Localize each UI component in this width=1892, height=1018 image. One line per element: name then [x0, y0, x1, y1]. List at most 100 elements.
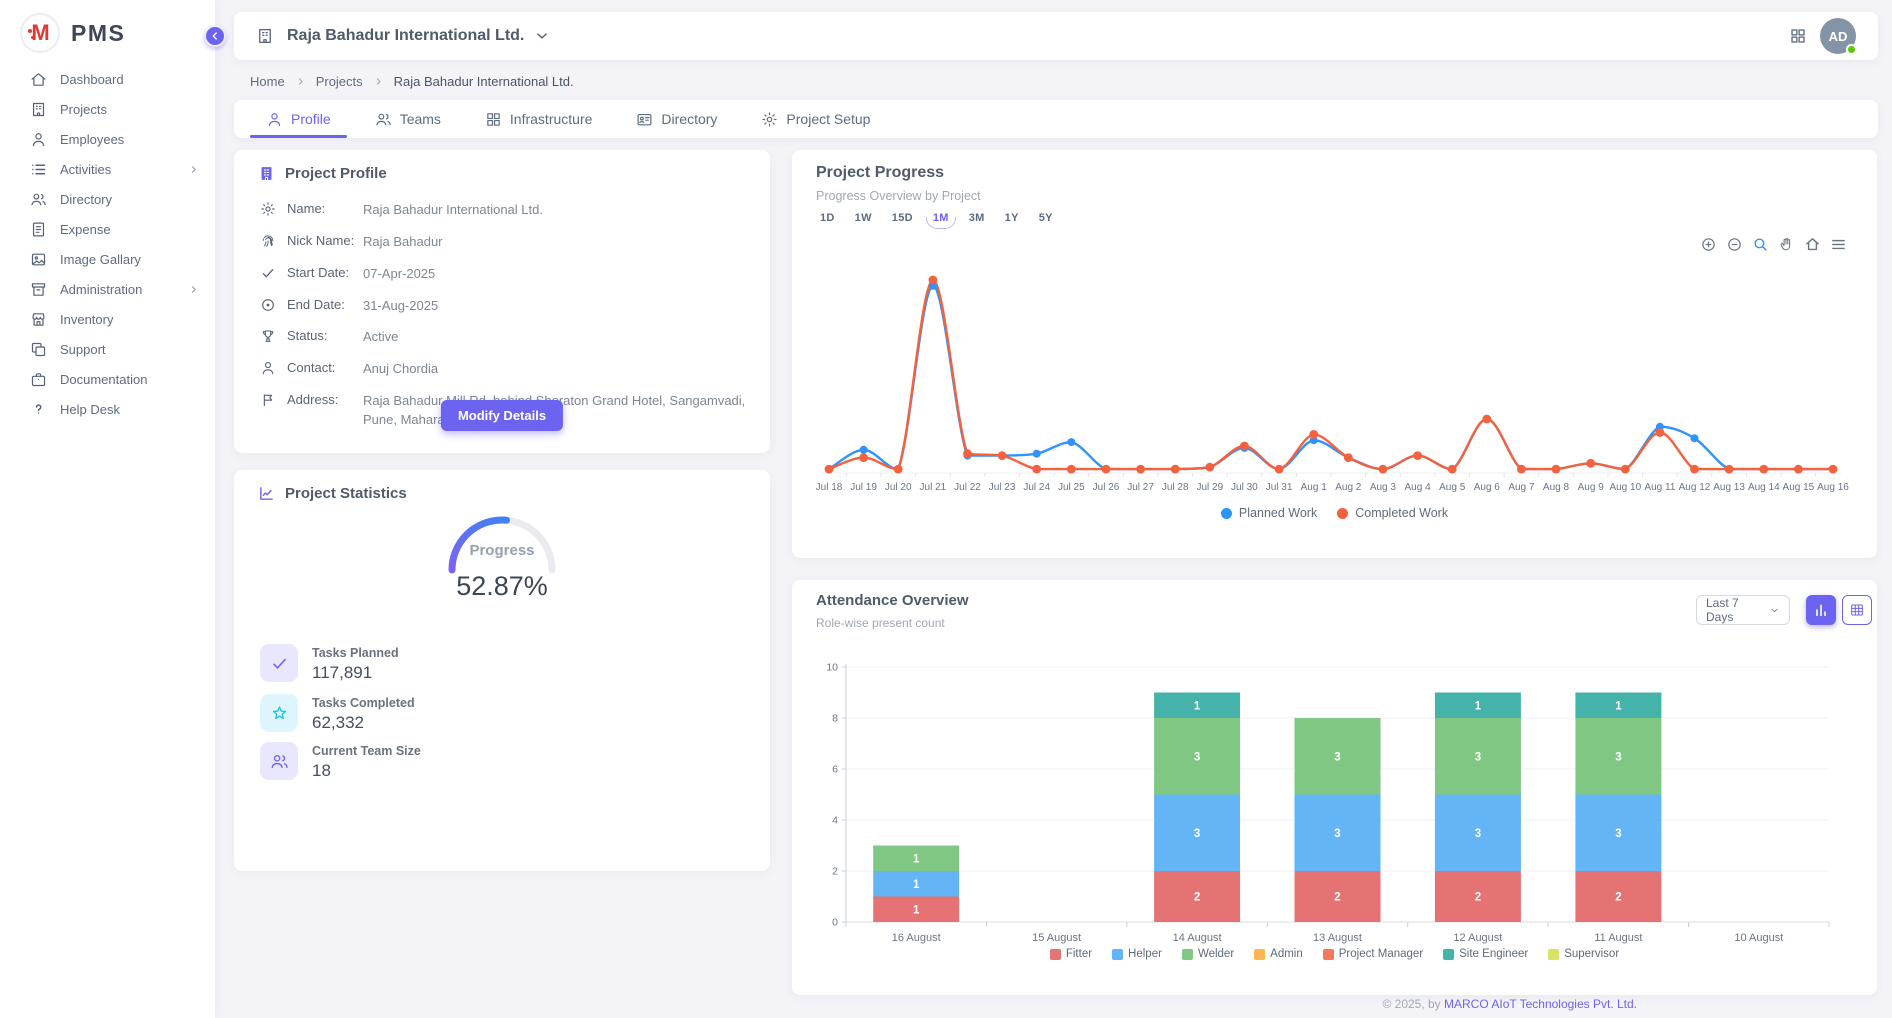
- svg-text:1: 1: [1194, 700, 1201, 712]
- svg-text:6: 6: [832, 764, 838, 776]
- svg-text:2: 2: [1334, 892, 1340, 904]
- top-header: Raja Bahadur International Ltd. AD: [234, 12, 1878, 60]
- legend-item-project-manager[interactable]: Project Manager: [1323, 948, 1423, 960]
- legend-item-supervisor[interactable]: Supervisor: [1548, 948, 1619, 960]
- modify-details-button[interactable]: Modify Details: [441, 400, 563, 431]
- legend-item-admin[interactable]: Admin: [1254, 948, 1303, 960]
- id-card-icon: [636, 111, 653, 128]
- chevron-right-icon: [188, 284, 199, 295]
- range-button-1d[interactable]: 1D: [812, 208, 843, 228]
- sidebar-collapse-button[interactable]: [204, 25, 226, 47]
- selection-zoom-icon[interactable]: [1752, 236, 1769, 253]
- svg-text:Jul 30: Jul 30: [1231, 482, 1258, 493]
- sidebar-item-directory[interactable]: Directory: [0, 184, 215, 214]
- legend-item-welder[interactable]: Welder: [1182, 948, 1234, 960]
- footer: © 2025, by MARCO AIoT Technologies Pvt. …: [1382, 997, 1637, 1011]
- legend-swatch-icon: [1050, 949, 1061, 960]
- range-button-5y[interactable]: 5Y: [1031, 208, 1061, 228]
- svg-text:Aug 13: Aug 13: [1713, 482, 1745, 493]
- range-button-3m[interactable]: 3M: [961, 208, 993, 228]
- menu-icon[interactable]: [1830, 236, 1847, 253]
- range-button-1y[interactable]: 1Y: [997, 208, 1027, 228]
- profile-row-label: End Date:: [287, 296, 363, 312]
- sidebar-item-administration[interactable]: Administration: [0, 274, 215, 304]
- stat-label: Tasks Planned: [312, 644, 399, 660]
- svg-text:Aug 12: Aug 12: [1679, 482, 1711, 493]
- bar-chart-icon: [1813, 602, 1829, 618]
- attendance-overview-card: Attendance Overview Role-wise present co…: [792, 580, 1877, 995]
- sidebar-item-dashboard[interactable]: Dashboard: [0, 64, 215, 94]
- stat-value: 117,891: [312, 663, 399, 683]
- series-completed-work-marker: [859, 453, 868, 462]
- gauge-value: 52.87%: [234, 571, 770, 602]
- pan-icon[interactable]: [1778, 236, 1795, 253]
- series-completed-work-marker: [1309, 430, 1318, 439]
- profile-row-label: Contact:: [287, 359, 363, 375]
- svg-text:Aug 15: Aug 15: [1783, 482, 1815, 493]
- project-statistics-card: Project Statistics Progress 52.87% Tasks…: [234, 470, 770, 871]
- sidebar-item-documentation[interactable]: Documentation: [0, 364, 215, 394]
- stat-label: Tasks Completed: [312, 694, 415, 710]
- breadcrumb-item-home[interactable]: Home: [250, 74, 285, 89]
- attendance-bar-chart: 024681011116 August15 August233114 Augus…: [816, 642, 1853, 954]
- stats-card-title: Project Statistics: [285, 485, 407, 502]
- breadcrumb-item-projects[interactable]: Projects: [316, 74, 363, 89]
- tab-label: Project Setup: [786, 111, 870, 127]
- app-logo[interactable]: M PMS: [0, 0, 215, 53]
- range-button-1m[interactable]: 1M: [925, 208, 957, 228]
- series-completed-work-marker: [1205, 463, 1214, 472]
- sidebar-item-image-gallary[interactable]: Image Gallary: [0, 244, 215, 274]
- zoom-in-icon[interactable]: [1700, 236, 1717, 253]
- bar-chart-svg: 024681011116 August15 August233114 Augus…: [816, 642, 1853, 954]
- period-select[interactable]: Last 7 Days: [1696, 595, 1790, 625]
- svg-text:1: 1: [913, 879, 920, 891]
- sidebar-item-support[interactable]: Support: [0, 334, 215, 364]
- sidebar-item-help-desk[interactable]: Help Desk: [0, 394, 215, 424]
- legend-item-planned-work[interactable]: Planned Work: [1221, 506, 1317, 520]
- company-selector[interactable]: Raja Bahadur International Ltd.: [287, 27, 524, 45]
- legend-item-fitter[interactable]: Fitter: [1050, 948, 1092, 960]
- svg-text:8: 8: [832, 713, 838, 725]
- tab-project-setup[interactable]: Project Setup: [739, 100, 892, 138]
- legend-item-completed-work[interactable]: Completed Work: [1337, 506, 1448, 520]
- legend-item-site-engineer[interactable]: Site Engineer: [1443, 948, 1528, 960]
- sidebar-item-expense[interactable]: Expense: [0, 214, 215, 244]
- chevron-right-icon: [295, 76, 306, 87]
- range-button-1w[interactable]: 1W: [847, 208, 880, 228]
- tab-directory[interactable]: Directory: [614, 100, 739, 138]
- footer-brand-link[interactable]: MARCO AIoT Technologies Pvt. Ltd.: [1444, 997, 1637, 1011]
- tab-infrastructure[interactable]: Infrastructure: [463, 100, 614, 138]
- store-icon: [30, 311, 47, 328]
- tab-label: Infrastructure: [510, 111, 592, 127]
- sidebar-item-inventory[interactable]: Inventory: [0, 304, 215, 334]
- series-completed-work-marker: [1725, 465, 1734, 474]
- sidebar-item-label: Image Gallary: [60, 252, 141, 267]
- footer-copyright: © 2025, by: [1382, 997, 1444, 1011]
- range-button-15d[interactable]: 15D: [884, 208, 921, 228]
- flag-icon: [260, 392, 276, 408]
- progress-card-title: Project Progress: [816, 164, 944, 182]
- series-planned-work-marker: [1691, 434, 1699, 442]
- svg-text:4: 4: [832, 815, 838, 827]
- svg-text:16 August: 16 August: [892, 932, 941, 944]
- tab-teams[interactable]: Teams: [353, 100, 463, 138]
- period-select-value: Last 7 Days: [1706, 596, 1769, 624]
- legend-swatch-icon: [1254, 949, 1265, 960]
- chevron-down-icon[interactable]: [533, 27, 551, 45]
- sidebar-item-projects[interactable]: Projects: [0, 94, 215, 124]
- tab-profile[interactable]: Profile: [244, 100, 353, 138]
- zoom-out-icon[interactable]: [1726, 236, 1743, 253]
- stat-icon-box: [260, 742, 298, 780]
- table-view-button[interactable]: [1842, 595, 1872, 625]
- avatar[interactable]: AD: [1820, 18, 1856, 54]
- sidebar-nav: Dashboard Projects Employees Activities …: [0, 64, 215, 424]
- bar-view-button[interactable]: [1806, 595, 1836, 625]
- series-completed-work-marker: [1690, 465, 1699, 474]
- sidebar-item-employees[interactable]: Employees: [0, 124, 215, 154]
- apps-grid-icon[interactable]: [1789, 27, 1807, 45]
- svg-text:3: 3: [1475, 751, 1481, 763]
- series-completed-work-marker: [1067, 465, 1076, 474]
- reset-home-icon[interactable]: [1804, 236, 1821, 253]
- sidebar-item-activities[interactable]: Activities: [0, 154, 215, 184]
- legend-item-helper[interactable]: Helper: [1112, 948, 1162, 960]
